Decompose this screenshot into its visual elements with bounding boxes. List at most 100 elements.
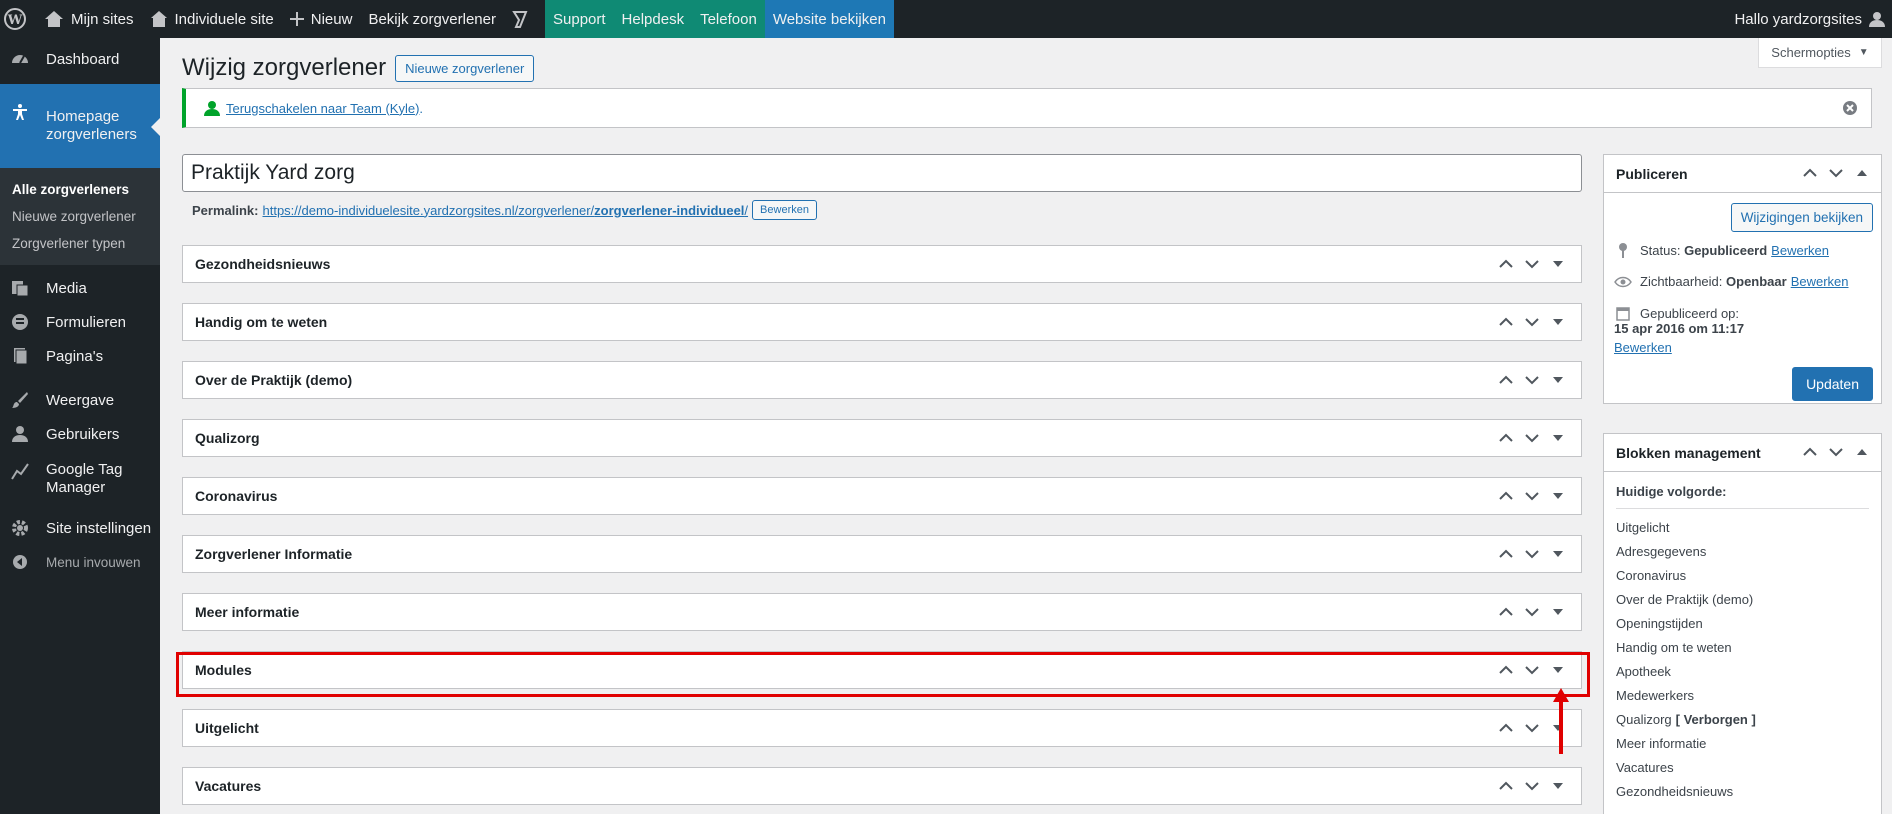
metabox-handig-om-te-weten[interactable]: Handig om te weten <box>182 303 1582 341</box>
page-header: Wijzig zorgverlener Nieuwe zorgverlener <box>182 54 535 82</box>
update-button[interactable]: Updaten <box>1792 367 1873 401</box>
visibility-row: Zichtbaarheid: Openbaar Bewerken <box>1604 274 1881 289</box>
new-content-link[interactable]: Nieuw <box>282 0 361 38</box>
wordpress-logo-icon[interactable]: W <box>0 0 36 38</box>
metabox-qualizorg[interactable]: Qualizorg <box>182 419 1582 457</box>
site-name-link[interactable]: Individuele site <box>142 0 282 38</box>
menu-media[interactable]: Media <box>0 271 160 305</box>
user-account-menu[interactable]: Hallo yardzorgsites <box>1734 0 1892 38</box>
move-up-icon[interactable] <box>1493 781 1519 791</box>
move-up-icon[interactable] <box>1493 433 1519 443</box>
notice-suffix: . <box>419 100 424 116</box>
dismiss-icon[interactable] <box>1843 101 1857 118</box>
metabox-controls <box>1493 478 1571 514</box>
published-row: Gepubliceerd op: 15 apr 2016 om 11:17 Be… <box>1604 305 1881 356</box>
metabox-coronavirus[interactable]: Coronavirus <box>182 477 1582 515</box>
move-down-icon[interactable] <box>1519 781 1545 791</box>
metabox-uitgelicht[interactable]: Uitgelicht <box>182 709 1582 747</box>
move-down-icon[interactable] <box>1823 168 1849 178</box>
move-up-icon[interactable] <box>1493 723 1519 733</box>
screen-options-button[interactable]: Schermopties ▼ <box>1758 38 1882 68</box>
gear-icon <box>10 518 30 538</box>
menu-pages[interactable]: Pagina's <box>0 339 160 373</box>
phone-link[interactable]: Telefoon <box>692 0 765 38</box>
switch-back-link[interactable]: Terugschakelen naar Team (Kyle) <box>226 101 419 116</box>
helpdesk-link[interactable]: Helpdesk <box>613 0 693 38</box>
edit-date-link[interactable]: Bewerken <box>1614 340 1871 355</box>
toggle-caret-icon[interactable] <box>1545 783 1571 789</box>
post-title-input[interactable]: Praktijk Yard zorg <box>182 154 1582 192</box>
metabox-title: Coronavirus <box>195 488 278 504</box>
move-down-icon[interactable] <box>1519 375 1545 385</box>
permalink-url[interactable]: https://demo-individuelesite.yardzorgsit… <box>262 203 748 218</box>
move-down-icon[interactable] <box>1519 607 1545 617</box>
metabox-vacatures[interactable]: Vacatures <box>182 767 1582 805</box>
submenu-all-providers[interactable]: Alle zorgverleners <box>0 176 160 203</box>
toggle-caret-icon[interactable] <box>1545 319 1571 325</box>
menu-users-label: Gebruikers <box>46 425 120 443</box>
block-order-item: Apotheek <box>1616 663 1671 679</box>
menu-forms[interactable]: Formulieren <box>0 305 160 339</box>
move-up-icon[interactable] <box>1493 549 1519 559</box>
status-value: Gepubliceerd <box>1684 242 1768 258</box>
support-link[interactable]: Support <box>545 0 614 38</box>
metabox-title: Meer informatie <box>195 604 300 620</box>
move-down-icon[interactable] <box>1519 723 1545 733</box>
toggle-caret-icon[interactable] <box>1545 551 1571 557</box>
preview-changes-button[interactable]: Wijzigingen bekijken <box>1730 203 1873 232</box>
toggle-caret-icon[interactable] <box>1545 261 1571 267</box>
edit-status-link[interactable]: Bewerken <box>1771 243 1829 258</box>
edit-permalink-button[interactable]: Bewerken <box>752 200 817 220</box>
yoast-icon[interactable] <box>504 0 545 38</box>
my-sites-link[interactable]: Mijn sites <box>36 0 142 38</box>
move-up-icon[interactable] <box>1797 447 1823 457</box>
toggle-caret-icon[interactable] <box>1545 609 1571 615</box>
move-down-icon[interactable] <box>1519 549 1545 559</box>
published-value: 15 apr 2016 om 11:17 <box>1614 321 1745 336</box>
metabox-gezondheidsnieuws[interactable]: Gezondheidsnieuws <box>182 245 1582 283</box>
publish-title: Publiceren <box>1616 165 1688 182</box>
move-down-icon[interactable] <box>1519 317 1545 327</box>
move-up-icon[interactable] <box>1797 168 1823 178</box>
menu-appearance[interactable]: Weergave <box>0 383 160 417</box>
menu-dashboard[interactable]: Dashboard <box>0 42 160 76</box>
toggle-caret-icon[interactable] <box>1849 170 1875 176</box>
move-down-icon[interactable] <box>1519 259 1545 269</box>
publish-box-header[interactable]: Publiceren <box>1604 155 1881 193</box>
view-website-link[interactable]: Website bekijken <box>764 0 894 38</box>
edit-visibility-link[interactable]: Bewerken <box>1791 274 1849 289</box>
move-up-icon[interactable] <box>1493 259 1519 269</box>
toggle-caret-icon[interactable] <box>1545 435 1571 441</box>
move-down-icon[interactable] <box>1823 447 1849 457</box>
menu-homepage-zorgverleners[interactable]: Homepage zorgverleners <box>0 84 160 168</box>
new-provider-button[interactable]: Nieuwe zorgverlener <box>395 54 535 82</box>
submenu-new-provider[interactable]: Nieuwe zorgverlener <box>0 203 160 230</box>
accessibility-icon <box>10 102 30 122</box>
menu-users[interactable]: Gebruikers <box>0 417 160 451</box>
toggle-caret-icon[interactable] <box>1849 449 1875 455</box>
move-down-icon[interactable] <box>1519 491 1545 501</box>
metabox-zorgverlener-informatie[interactable]: Zorgverlener Informatie <box>182 535 1582 573</box>
blocks-management-box: Blokken management Huidige volgorde: Uit… <box>1603 433 1882 814</box>
metabox-title: Zorgverlener Informatie <box>195 546 353 562</box>
move-up-icon[interactable] <box>1493 317 1519 327</box>
move-up-icon[interactable] <box>1493 607 1519 617</box>
move-up-icon[interactable] <box>1493 375 1519 385</box>
submenu-provider-types[interactable]: Zorgverlener typen <box>0 230 160 257</box>
status-row: Status: Gepubliceerd Bewerken <box>1604 242 1881 258</box>
move-up-icon[interactable] <box>1493 491 1519 501</box>
block-order-item: Qualizorg[ Verborgen ] <box>1616 711 1756 727</box>
view-provider-link[interactable]: Bekijk zorgverlener <box>360 0 504 38</box>
menu-collapse[interactable]: Menu invouwen <box>0 545 160 579</box>
toggle-caret-icon[interactable] <box>1545 377 1571 383</box>
menu-google-tag-manager[interactable]: Google Tag Manager <box>0 461 160 511</box>
move-down-icon[interactable] <box>1519 433 1545 443</box>
blocks-box-header[interactable]: Blokken management <box>1604 434 1881 472</box>
metabox-meer-informatie[interactable]: Meer informatie <box>182 593 1582 631</box>
block-order-item: Handig om te weten <box>1616 639 1732 655</box>
menu-site-settings[interactable]: Site instellingen <box>0 511 160 545</box>
metabox-over-de-praktijk-demo[interactable]: Over de Praktijk (demo) <box>182 361 1582 399</box>
block-order-list: Uitgelicht Adresgegevens Coronavirus Over d… <box>1616 515 1869 803</box>
toggle-caret-icon[interactable] <box>1545 493 1571 499</box>
svg-text:W: W <box>6 13 22 28</box>
